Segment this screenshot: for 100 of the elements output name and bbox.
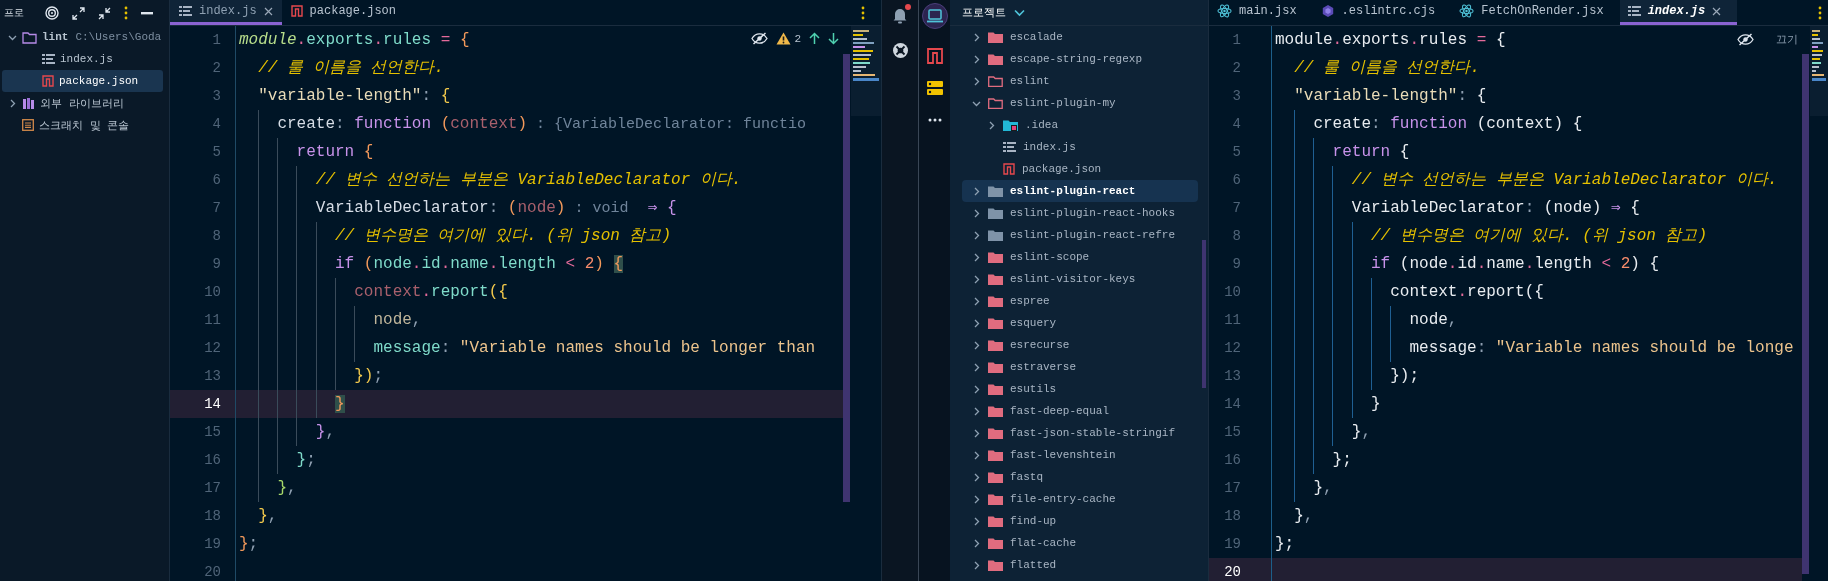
chevron-icon[interactable]: [972, 274, 981, 284]
tree-item[interactable]: esrecurse: [962, 334, 1198, 356]
tree-item[interactable]: eslint: [962, 70, 1198, 92]
editor-tab[interactable]: FetchOnRender.jsx: [1451, 0, 1620, 25]
close-icon[interactable]: [1712, 6, 1722, 16]
folder-icon: [988, 97, 1003, 109]
chevron-icon[interactable]: [972, 450, 981, 460]
editor-tab[interactable]: index.js: [170, 0, 282, 25]
chevron-down-icon[interactable]: [1014, 8, 1025, 17]
lines-file-icon: [42, 53, 55, 65]
tree-item[interactable]: eslint-plugin-react: [962, 180, 1198, 202]
chevron-icon[interactable]: [972, 252, 981, 262]
tool-window-button[interactable]: [921, 3, 948, 29]
editor-tab[interactable]: index.js: [1619, 0, 1738, 25]
line-number: 1: [1231, 31, 1242, 50]
chevron-icon[interactable]: [972, 406, 981, 416]
chevron-icon[interactable]: [972, 186, 981, 196]
minimize-icon[interactable]: [141, 11, 153, 15]
scrollbar-thumb[interactable]: [843, 54, 850, 502]
line-number: 19: [1223, 535, 1242, 554]
bell-icon[interactable]: [892, 6, 908, 24]
eye-off-icon[interactable]: [751, 32, 769, 45]
scrollbar-thumb[interactable]: [1802, 54, 1809, 574]
tree-item[interactable]: package.json: [2, 70, 163, 92]
tree-item[interactable]: 외부 라이브러리: [2, 92, 163, 114]
chevron-icon[interactable]: [8, 98, 17, 108]
tree-item[interactable]: espree: [962, 290, 1198, 312]
eye-off-icon[interactable]: [1737, 33, 1754, 46]
tree-item[interactable]: .idea: [977, 114, 1198, 136]
line-number: 3: [211, 87, 222, 106]
tree-item[interactable]: fast-levenshtein: [962, 444, 1198, 466]
editor-tab[interactable]: .eslintrc.cjs: [1312, 0, 1452, 25]
tree-item[interactable]: fastq: [962, 466, 1198, 488]
folder-icon: [988, 383, 1003, 395]
line-number: 18: [1223, 507, 1242, 526]
expand-icon[interactable]: [72, 6, 85, 20]
tree-item[interactable]: 스크래치 및 콘솔: [2, 114, 163, 136]
tree-item[interactable]: eslint-plugin-my: [962, 92, 1198, 114]
tree-item[interactable]: eslint-plugin-react-hooks: [962, 202, 1198, 224]
tree-item[interactable]: eslint-plugin-react-refre: [962, 224, 1198, 246]
tree-item[interactable]: esquery: [962, 312, 1198, 334]
tree-item[interactable]: index.js: [2, 48, 163, 70]
tree-item[interactable]: package.json: [977, 158, 1198, 180]
tree-item[interactable]: index.js: [977, 136, 1198, 158]
target-icon[interactable]: [45, 6, 59, 20]
tree-item[interactable]: fast-json-stable-stringif: [962, 422, 1198, 444]
chevron-icon[interactable]: [972, 340, 981, 350]
tree-item[interactable]: lint C:\Users\Goda: [2, 26, 163, 48]
collapse-icon[interactable]: [98, 6, 111, 20]
line-number: 8: [211, 227, 222, 246]
chevron-icon[interactable]: [987, 120, 996, 130]
chevron-icon[interactable]: [972, 76, 981, 86]
chevron-icon[interactable]: [972, 384, 981, 394]
tree-item[interactable]: find-up: [962, 510, 1198, 532]
tree-item[interactable]: eslint-visitor-keys: [962, 268, 1198, 290]
chevron-icon[interactable]: [972, 538, 981, 548]
chevron-icon[interactable]: [972, 32, 981, 42]
chevron-icon[interactable]: [972, 472, 981, 482]
chevron-icon[interactable]: [972, 560, 981, 570]
chevron-icon[interactable]: [972, 494, 981, 504]
npm-icon: [926, 48, 943, 64]
warning-count: 2: [794, 32, 801, 45]
tree-item[interactable]: file-entry-cache: [962, 488, 1198, 510]
arrow-up-icon[interactable]: [809, 32, 820, 45]
line-number: 13: [1223, 367, 1242, 386]
tree-item[interactable]: eslint-scope: [962, 246, 1198, 268]
folder-icon: [988, 449, 1003, 461]
editor-tab[interactable]: package.json: [281, 0, 406, 25]
editor-tab[interactable]: main.jsx: [1209, 0, 1313, 25]
tree-item[interactable]: escalade: [962, 26, 1198, 48]
chevron-icon[interactable]: [972, 318, 981, 328]
line-number: 7: [1231, 199, 1242, 218]
line-number: 11: [203, 311, 222, 330]
arrow-down-icon[interactable]: [828, 32, 839, 45]
chevron-icon[interactable]: [972, 208, 981, 218]
chevron-icon[interactable]: [972, 230, 981, 240]
chevron-icon[interactable]: [972, 362, 981, 372]
chevron-icon[interactable]: [972, 516, 981, 526]
tree-item[interactable]: esutils: [962, 378, 1198, 400]
tree-item[interactable]: estraverse: [962, 356, 1198, 378]
chevron-icon[interactable]: [972, 54, 981, 64]
more-icon[interactable]: [1818, 5, 1822, 20]
tree-item[interactable]: flatted: [962, 554, 1198, 576]
folder-icon: [988, 361, 1003, 373]
line-number: 4: [211, 115, 222, 134]
folder-icon: [988, 251, 1003, 263]
reader-mode-link[interactable]: 끄기: [1776, 32, 1798, 47]
chevron-icon[interactable]: [972, 428, 981, 438]
more-icon[interactable]: [124, 6, 128, 20]
warning-icon[interactable]: [776, 32, 792, 45]
books-icon: [22, 96, 35, 110]
tree-item[interactable]: fast-deep-equal: [962, 400, 1198, 422]
line-number: 20: [1209, 558, 1271, 581]
scrollbar-thumb[interactable]: [1202, 240, 1206, 388]
tree-item[interactable]: escape-string-regexp: [962, 48, 1198, 70]
chevron-icon[interactable]: [972, 296, 981, 306]
line-number: 2: [211, 59, 222, 78]
more-icon[interactable]: [861, 5, 865, 20]
close-icon[interactable]: [263, 6, 273, 16]
tree-item[interactable]: flat-cache: [962, 532, 1198, 554]
